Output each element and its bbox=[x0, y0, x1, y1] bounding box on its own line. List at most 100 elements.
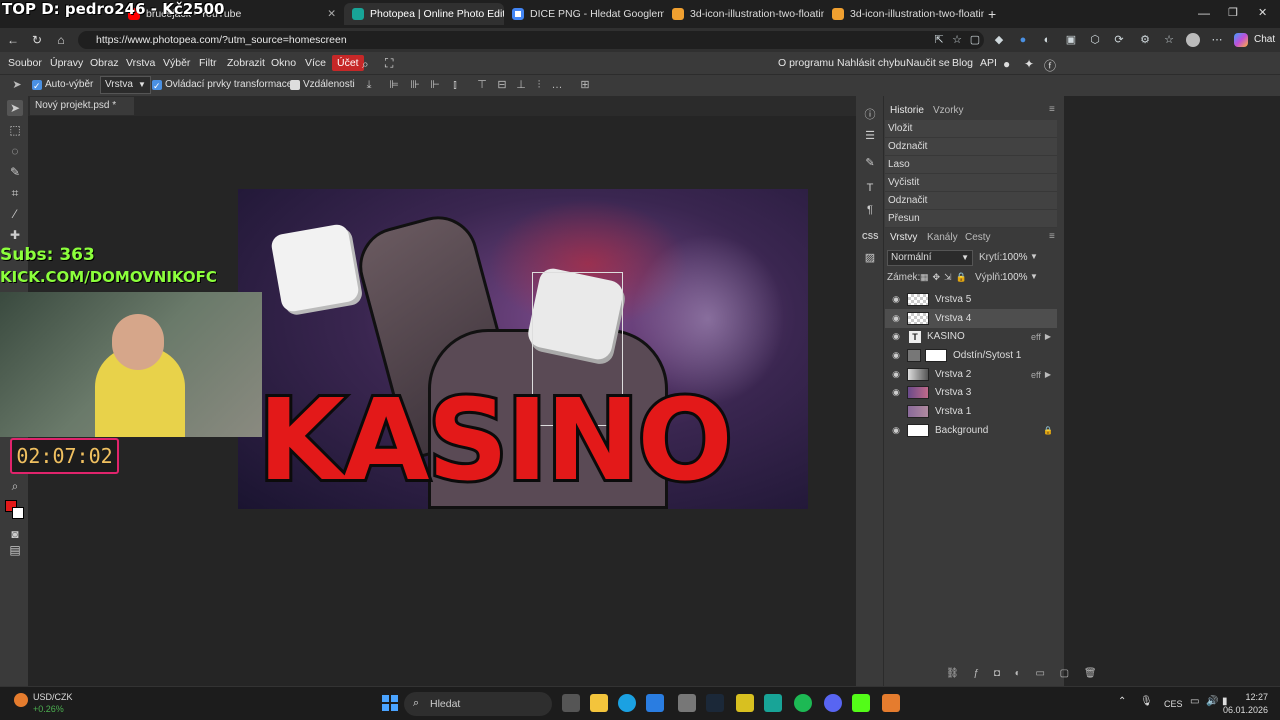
photopea-icon[interactable] bbox=[764, 694, 782, 712]
tab-layers[interactable]: Vrstvy bbox=[890, 229, 917, 247]
copilot-label[interactable]: Chat bbox=[1254, 34, 1275, 45]
zoom-tool-icon[interactable]: ⌕ bbox=[7, 478, 23, 494]
visibility-eye-icon[interactable]: ◉ bbox=[889, 406, 903, 417]
properties-icon[interactable]: ☰ bbox=[862, 128, 878, 144]
task-view-icon[interactable] bbox=[562, 694, 580, 712]
layer-effects-badge[interactable]: eff bbox=[1031, 370, 1041, 380]
screen-mode-icon[interactable]: ▤ bbox=[7, 542, 23, 558]
menu-window[interactable]: Okno bbox=[271, 52, 296, 74]
align-right-icon[interactable]: ⊩ bbox=[428, 78, 442, 92]
profile-avatar[interactable] bbox=[1186, 33, 1200, 47]
layer-row[interactable]: ◉ Vrstva 2 eff ▶ bbox=[885, 365, 1057, 384]
magic-wand-icon[interactable]: ✎ bbox=[7, 164, 23, 180]
favorite-icon[interactable]: ☆ bbox=[950, 33, 964, 47]
kick-icon[interactable] bbox=[852, 694, 870, 712]
move-tool-icon[interactable]: ➤ bbox=[7, 100, 23, 116]
menu-image[interactable]: Obraz bbox=[90, 52, 119, 74]
windows-start-icon[interactable] bbox=[382, 695, 398, 711]
visibility-eye-icon[interactable]: ◉ bbox=[889, 369, 903, 380]
steam-icon[interactable] bbox=[706, 694, 724, 712]
reload-icon[interactable]: ↻ bbox=[30, 33, 44, 47]
info-icon[interactable]: ⓘ bbox=[862, 107, 878, 123]
extension-icon[interactable]: ▣ bbox=[1064, 33, 1078, 47]
layer-row[interactable]: ◉ T KASINO eff ▶ bbox=[885, 327, 1057, 346]
extension-icon[interactable]: ◐ bbox=[1040, 33, 1054, 47]
chevron-up-icon[interactable]: ⌃ bbox=[1118, 696, 1126, 707]
tab-paths[interactable]: Cesty bbox=[965, 229, 991, 247]
css-icon[interactable]: CSS bbox=[862, 229, 878, 245]
panel-menu-icon[interactable]: ≡ bbox=[1049, 104, 1055, 115]
tab-swatches[interactable]: Vzorky bbox=[933, 102, 964, 120]
background-color-swatch[interactable] bbox=[12, 507, 24, 519]
app-icon[interactable] bbox=[736, 694, 754, 712]
layer-row[interactable]: ◉ Vrstva 3 bbox=[885, 383, 1057, 402]
clock-date[interactable]: 06.01.2026 bbox=[1218, 705, 1268, 715]
microphone-icon[interactable]: 🎙 bbox=[1140, 696, 1153, 707]
app-icon[interactable] bbox=[882, 694, 900, 712]
layer-effects-badge[interactable]: eff bbox=[1031, 332, 1041, 342]
menu-api[interactable]: API bbox=[980, 52, 997, 74]
extension-icon[interactable]: ● bbox=[1016, 33, 1030, 47]
tab-channels[interactable]: Kanály bbox=[927, 229, 958, 247]
layer-row[interactable]: ◉ Odstín/Sytost 1 bbox=[885, 346, 1057, 365]
history-item[interactable]: Přesun bbox=[885, 210, 1057, 228]
maximize-button[interactable]: ❐ bbox=[1228, 6, 1238, 19]
blend-mode-select[interactable]: Normální ▼ bbox=[887, 250, 973, 266]
distribute-icon[interactable]: ⫾ bbox=[448, 78, 462, 92]
reddit-icon[interactable]: ● bbox=[1003, 57, 1010, 71]
lock-options-icons[interactable]: ▦✥⇲🔒 bbox=[920, 272, 971, 283]
display-icon[interactable]: ▭ bbox=[1190, 696, 1199, 707]
tab-image-2[interactable]: 3d-icon-illustration-two-floating- ✕ bbox=[824, 3, 984, 25]
layer-row-selected[interactable]: ◉ Vrstva 4 bbox=[885, 309, 1057, 328]
search-icon[interactable]: ⌕ bbox=[362, 57, 369, 72]
opacity-value[interactable]: 100% bbox=[1002, 252, 1028, 263]
align-center-icon[interactable]: ⊪ bbox=[408, 78, 422, 92]
paragraph-icon[interactable]: ¶ bbox=[862, 202, 878, 218]
menu-blog[interactable]: Blog bbox=[952, 52, 973, 74]
app-icon[interactable] bbox=[678, 694, 696, 712]
clock-time[interactable]: 12:27 bbox=[1228, 692, 1268, 702]
refresh-icon[interactable]: ⟳ bbox=[1112, 33, 1126, 47]
history-item[interactable]: Vyčistit bbox=[885, 174, 1057, 192]
extensions-icon[interactable]: ⚙ bbox=[1138, 33, 1152, 47]
more-options-icon[interactable]: … bbox=[550, 78, 564, 92]
panel-menu-icon[interactable]: ≡ bbox=[1049, 231, 1055, 242]
spotify-icon[interactable] bbox=[794, 694, 812, 712]
align-left-icon[interactable]: ⊫ bbox=[387, 78, 401, 92]
minimize-button[interactable]: — bbox=[1198, 6, 1210, 20]
history-item[interactable]: Vložit bbox=[885, 120, 1057, 138]
align-bottom-icon[interactable]: ⊥ bbox=[514, 78, 528, 92]
distribute-vertical-icon[interactable]: ⫶ bbox=[532, 78, 546, 92]
transform-controls-checkbox[interactable]: Ovládací prvky transformace bbox=[152, 76, 292, 95]
character-icon[interactable]: T bbox=[862, 180, 878, 196]
back-icon[interactable]: ← bbox=[6, 33, 20, 47]
menu-learn[interactable]: Naučit se bbox=[906, 52, 950, 74]
image-icon[interactable]: ▨ bbox=[862, 250, 878, 266]
align-top-icon[interactable]: ⊤ bbox=[475, 78, 489, 92]
menu-edit[interactable]: Úpravy bbox=[50, 52, 83, 74]
taskbar-search[interactable]: Hledat bbox=[404, 692, 552, 716]
file-explorer-icon[interactable] bbox=[590, 694, 608, 712]
lasso-tool-icon[interactable]: ◌ bbox=[7, 143, 23, 159]
new-tab-button[interactable]: + bbox=[988, 6, 996, 22]
history-item[interactable]: Odznačit bbox=[885, 192, 1057, 210]
layer-row[interactable]: ◉ Vrstva 1 bbox=[885, 402, 1057, 421]
discord-icon[interactable] bbox=[824, 694, 842, 712]
menu-report-bug[interactable]: Nahlásit chybu bbox=[837, 52, 906, 74]
quick-mask-icon[interactable]: ◙ bbox=[7, 526, 23, 542]
tab-image-1[interactable]: 3d-icon-illustration-two-floating- ✕ bbox=[664, 3, 824, 25]
autoselect-checkbox[interactable]: Auto-výběr bbox=[32, 76, 93, 95]
tab-photopea[interactable]: Photopea | Online Photo Editor ✕ bbox=[344, 3, 504, 25]
chevron-down-icon[interactable]: ▼ bbox=[1030, 252, 1038, 261]
twitter-icon[interactable]: ✦ bbox=[1024, 57, 1034, 71]
history-item[interactable]: Laso bbox=[885, 156, 1057, 174]
layers-footer-icons[interactable]: ⛓ ƒ ◘ ◐ ▭ ▢ 🗑 bbox=[946, 668, 1103, 679]
visibility-eye-icon[interactable]: ◉ bbox=[889, 387, 903, 398]
distances-checkbox[interactable]: Vzdálenosti bbox=[290, 76, 355, 94]
edge-icon[interactable] bbox=[618, 694, 636, 712]
menu-filter[interactable]: Filtr bbox=[199, 52, 217, 74]
menu-account[interactable]: Účet bbox=[332, 55, 364, 71]
layer-row[interactable]: ◉ Background 🔒 bbox=[885, 421, 1057, 440]
visibility-eye-icon[interactable]: ◉ bbox=[889, 425, 903, 436]
fill-value[interactable]: 100% bbox=[1002, 272, 1028, 283]
